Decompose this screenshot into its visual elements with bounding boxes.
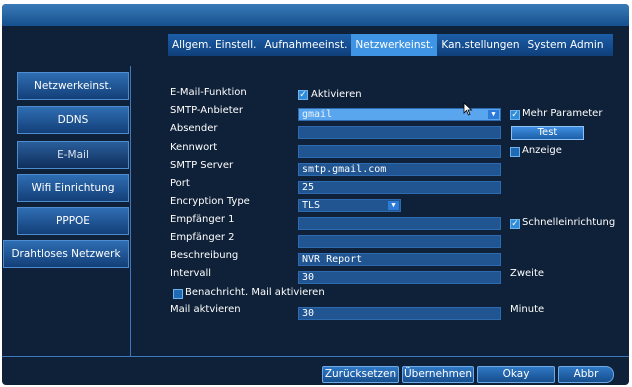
activate-label: Aktivieren [311, 89, 362, 100]
encryption-type-value: TLS [302, 200, 321, 211]
sidebar-divider [130, 66, 131, 356]
sidebar-item-network-settings[interactable]: Netzwerkeinst. [17, 72, 129, 100]
notify-mail-label: Benachricht. Mail aktivieren [185, 287, 325, 298]
tab-network-settings[interactable]: Netzwerkeinst. [351, 34, 438, 56]
recipient2-label: Empfänger 2 [170, 232, 235, 243]
ok-button[interactable]: Okay [477, 366, 555, 383]
mail-activate-label: Mail aktvieren [170, 304, 241, 315]
apply-button[interactable]: Übernehmen [402, 366, 474, 383]
email-function-label: E-Mail-Funktion [170, 87, 247, 98]
password-field[interactable] [298, 145, 501, 158]
description-label: Beschreibung [170, 250, 239, 261]
sidebar-item-wifi-setup[interactable]: Wifi Einrichtung [17, 174, 129, 202]
interval-field[interactable]: 30 [298, 271, 501, 284]
chevron-down-icon: ▼ [388, 201, 399, 210]
title-bar [2, 4, 629, 26]
test-button[interactable]: Test [511, 126, 584, 140]
sidebar-item-ddns[interactable]: DDNS [17, 106, 129, 134]
recipient2-field[interactable] [298, 235, 501, 248]
tab-general-settings[interactable]: Allgem. Einstell. [168, 34, 260, 56]
recipient1-label: Empfänger 1 [170, 214, 235, 225]
tab-channel-settings[interactable]: Kan.stellungen [437, 34, 523, 56]
smtp-server-field[interactable]: smtp.gmail.com [298, 163, 501, 176]
encryption-type-label: Encryption Type [170, 196, 250, 207]
chevron-down-icon: ▼ [488, 110, 499, 119]
interval-unit-label: Zweite [510, 268, 545, 279]
smtp-provider-label: SMTP-Anbieter [170, 105, 243, 116]
sender-label: Absender [170, 123, 218, 134]
tab-recording-settings[interactable]: Aufnahmeeinst. [260, 34, 351, 56]
show-password-label: Anzeige [522, 145, 562, 156]
quick-setup-label: Schnelleinrichtung [522, 217, 616, 228]
mouse-cursor-icon [463, 102, 473, 116]
encryption-type-select[interactable]: TLS ▼ [298, 199, 401, 212]
bottom-divider [2, 356, 629, 357]
cancel-button[interactable]: Abbr [558, 366, 614, 383]
tab-bar: Allgem. Einstell. Aufnahmeeinst. Netzwer… [168, 34, 613, 56]
description-field[interactable]: NVR Report [298, 253, 501, 266]
more-params-checkbox[interactable]: ✓ [510, 110, 520, 120]
sidebar-item-pppoe[interactable]: PPPOE [17, 207, 129, 235]
quick-setup-checkbox[interactable]: ✓ [510, 219, 520, 229]
tab-system-admin[interactable]: System Admin [524, 34, 608, 56]
port-field[interactable]: 25 [298, 181, 501, 194]
mail-activate-unit-label: Minute [510, 304, 545, 315]
checkmark-icon: ✓ [511, 110, 519, 120]
more-params-label: Mehr Parameter [522, 108, 603, 119]
port-label: Port [170, 178, 190, 189]
show-password-checkbox[interactable] [510, 147, 520, 157]
checkmark-icon: ✓ [511, 219, 519, 229]
reset-button[interactable]: Zurücksetzen [322, 366, 399, 383]
sender-field[interactable] [298, 126, 501, 139]
sidebar-item-wireless-network[interactable]: Drahtloses Netzwerk [3, 240, 129, 268]
recipient1-field[interactable] [298, 217, 501, 230]
activate-checkbox[interactable]: ✓ [298, 90, 308, 100]
email-settings-window: Allgem. Einstell. Aufnahmeeinst. Netzwer… [2, 4, 629, 385]
interval-label: Intervall [170, 268, 212, 279]
checkmark-icon: ✓ [299, 90, 307, 100]
mail-activate-field[interactable]: 30 [298, 307, 501, 320]
notify-mail-checkbox[interactable] [173, 289, 183, 299]
smtp-provider-value: gmail [302, 109, 333, 120]
smtp-server-label: SMTP Server [170, 160, 234, 171]
sidebar-item-email[interactable]: E-Mail [17, 141, 129, 169]
password-label: Kennwort [170, 142, 218, 153]
